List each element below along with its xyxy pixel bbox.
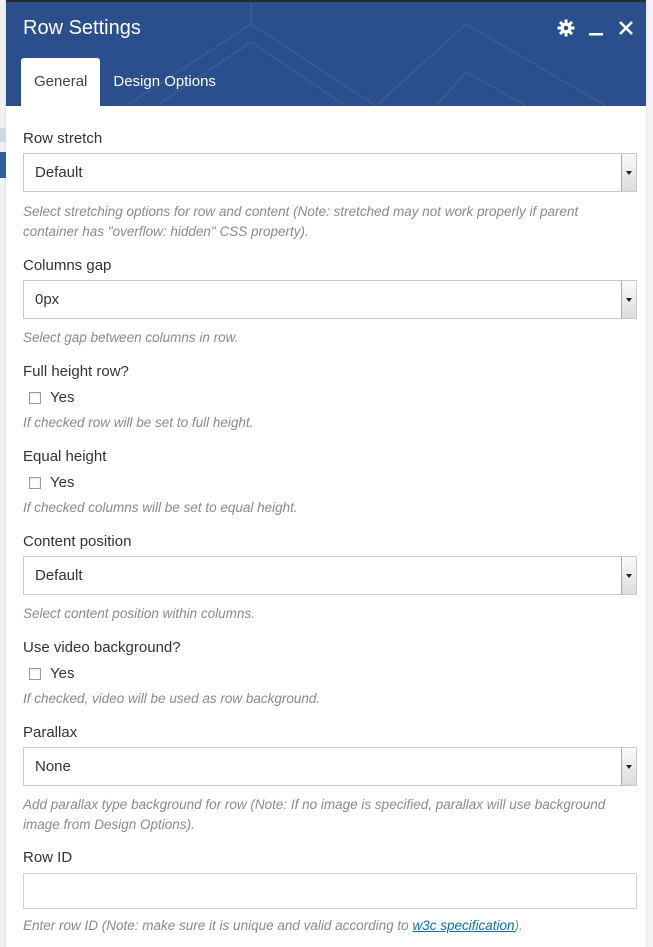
dialog-header: Row Settings General Design Options: [6, 2, 646, 106]
parallax-value: None: [35, 758, 71, 775]
full-height-label: Full height row?: [23, 363, 129, 380]
columns-gap-select[interactable]: 0px: [23, 280, 637, 319]
row-stretch-select[interactable]: Default: [23, 153, 637, 192]
columns-gap-label: Columns gap: [23, 257, 112, 274]
dropdown-arrow-icon[interactable]: [621, 748, 636, 785]
content-position-value: Default: [35, 567, 83, 584]
columns-gap-value: 0px: [35, 291, 60, 308]
dialog-title: Row Settings: [23, 17, 141, 39]
dialog-tabs: General Design Options: [21, 58, 229, 106]
parallax-label: Parallax: [23, 724, 78, 741]
tab-design-options[interactable]: Design Options: [100, 58, 229, 106]
equal-height-help: If checked columns will be set to equal …: [23, 500, 298, 515]
row-stretch-label: Row stretch: [23, 130, 103, 147]
field-row-id: Row ID Enter row ID (Note: make sure it …: [23, 849, 637, 936]
field-row-stretch: Row stretch Default Select stretching op…: [23, 130, 637, 242]
row-id-input[interactable]: [23, 873, 637, 909]
video-background-checkbox[interactable]: [29, 667, 41, 680]
dropdown-arrow-icon[interactable]: [621, 281, 636, 318]
field-columns-gap: Columns gap 0px Select gap between colum…: [23, 257, 637, 348]
minimize-icon[interactable]: [586, 16, 606, 40]
video-background-label: Use video background?: [23, 639, 181, 656]
background-page-edge: [646, 0, 653, 947]
equal-height-checkbox-label[interactable]: Yes: [50, 474, 74, 491]
field-equal-height: Equal height Yes If checked columns will…: [23, 448, 637, 518]
content-position-help: Select content position within columns.: [23, 606, 255, 621]
field-parallax: Parallax None Add parallax type backgrou…: [23, 724, 637, 835]
dialog-body: Row stretch Default Select stretching op…: [6, 130, 646, 936]
gear-icon[interactable]: [556, 16, 576, 40]
parallax-select[interactable]: None: [23, 747, 637, 786]
field-full-height: Full height row? Yes If checked row will…: [23, 363, 637, 433]
field-content-position: Content position Default Select content …: [23, 533, 637, 624]
row-id-help-tail: ).: [514, 918, 523, 933]
row-stretch-value: Default: [35, 164, 83, 181]
dropdown-arrow-icon[interactable]: [621, 154, 636, 191]
full-height-checkbox[interactable]: [29, 391, 41, 404]
row-id-label: Row ID: [23, 849, 73, 866]
full-height-help: If checked row will be set to full heigh…: [23, 415, 254, 430]
full-height-checkbox-label[interactable]: Yes: [50, 389, 74, 406]
row-settings-dialog: Row Settings General Design Options Row …: [6, 2, 646, 947]
field-video-background: Use video background? Yes If checked, vi…: [23, 639, 637, 709]
tab-general[interactable]: General: [21, 58, 101, 106]
equal-height-checkbox[interactable]: [29, 476, 41, 489]
equal-height-label: Equal height: [23, 448, 107, 465]
video-background-help: If checked, video will be used as row ba…: [23, 691, 321, 706]
row-stretch-help: Select stretching options for row and co…: [23, 204, 579, 239]
content-position-label: Content position: [23, 533, 132, 550]
video-background-checkbox-label[interactable]: Yes: [50, 665, 74, 682]
row-id-help: Enter row ID (Note: make sure it is uniq…: [23, 916, 637, 936]
dropdown-arrow-icon[interactable]: [621, 557, 636, 594]
content-position-select[interactable]: Default: [23, 556, 637, 595]
columns-gap-help: Select gap between columns in row.: [23, 330, 239, 345]
parallax-help: Add parallax type background for row (No…: [23, 797, 606, 832]
close-icon[interactable]: [616, 16, 636, 40]
row-id-help-text: Enter row ID (Note: make sure it is uniq…: [23, 918, 413, 933]
w3c-specification-link[interactable]: w3c specification: [412, 918, 514, 933]
